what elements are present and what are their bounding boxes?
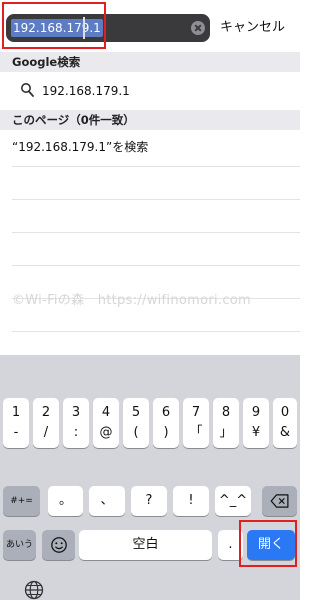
backspace-key[interactable] [262, 486, 297, 516]
emoji-icon [50, 537, 67, 553]
key-symbols-toggle[interactable]: #+= [3, 486, 40, 516]
google-search-header: Google検索 [0, 52, 300, 72]
url-highlight-annotation [2, 2, 106, 49]
watermark-text: ©Wi-Fiの森 https://wifinomori.com [12, 293, 252, 308]
key-touten[interactable]: 、 [89, 486, 125, 516]
row-divider [12, 166, 300, 167]
key-smiley-kaomoji[interactable]: ^_^ [215, 486, 251, 516]
key-at[interactable]: @ [93, 418, 119, 448]
key-colon[interactable]: : [63, 418, 89, 448]
search-icon [21, 83, 34, 97]
row-divider [12, 232, 300, 233]
key-yen[interactable]: ¥ [243, 418, 269, 448]
key-kuten[interactable]: 。 [48, 486, 83, 516]
key-slash[interactable]: / [33, 418, 59, 448]
row-divider [12, 265, 300, 266]
clear-x-icon[interactable] [191, 21, 205, 35]
key-open-bracket[interactable]: 「 [183, 418, 209, 448]
backspace-icon [270, 494, 288, 508]
globe-icon[interactable] [24, 580, 44, 600]
row-divider [12, 331, 300, 332]
emoji-key[interactable] [42, 530, 75, 560]
key-hyphen[interactable]: - [3, 418, 29, 448]
find-on-page-row[interactable]: “192.168.179.1”を検索 [12, 138, 300, 156]
suggestion-text: 192.168.179.1 [42, 84, 130, 98]
cancel-button[interactable]: キャンセル [220, 18, 285, 38]
key-exclamation[interactable]: ! [173, 486, 209, 516]
space-key[interactable]: 空白 [79, 530, 212, 560]
open-key-highlight-annotation [239, 520, 297, 567]
key-question[interactable]: ? [131, 486, 167, 516]
row-divider [12, 199, 300, 200]
key-ampersand[interactable]: & [273, 418, 297, 448]
key-close-bracket[interactable]: 」 [213, 418, 239, 448]
this-page-header: このページ（0件一致） [0, 110, 300, 130]
key-open-paren[interactable]: ( [123, 418, 149, 448]
key-close-paren[interactable]: ) [153, 418, 179, 448]
key-hiragana-mode[interactable]: あいう [3, 530, 36, 560]
google-suggestion-row[interactable]: 192.168.179.1 [12, 81, 300, 101]
